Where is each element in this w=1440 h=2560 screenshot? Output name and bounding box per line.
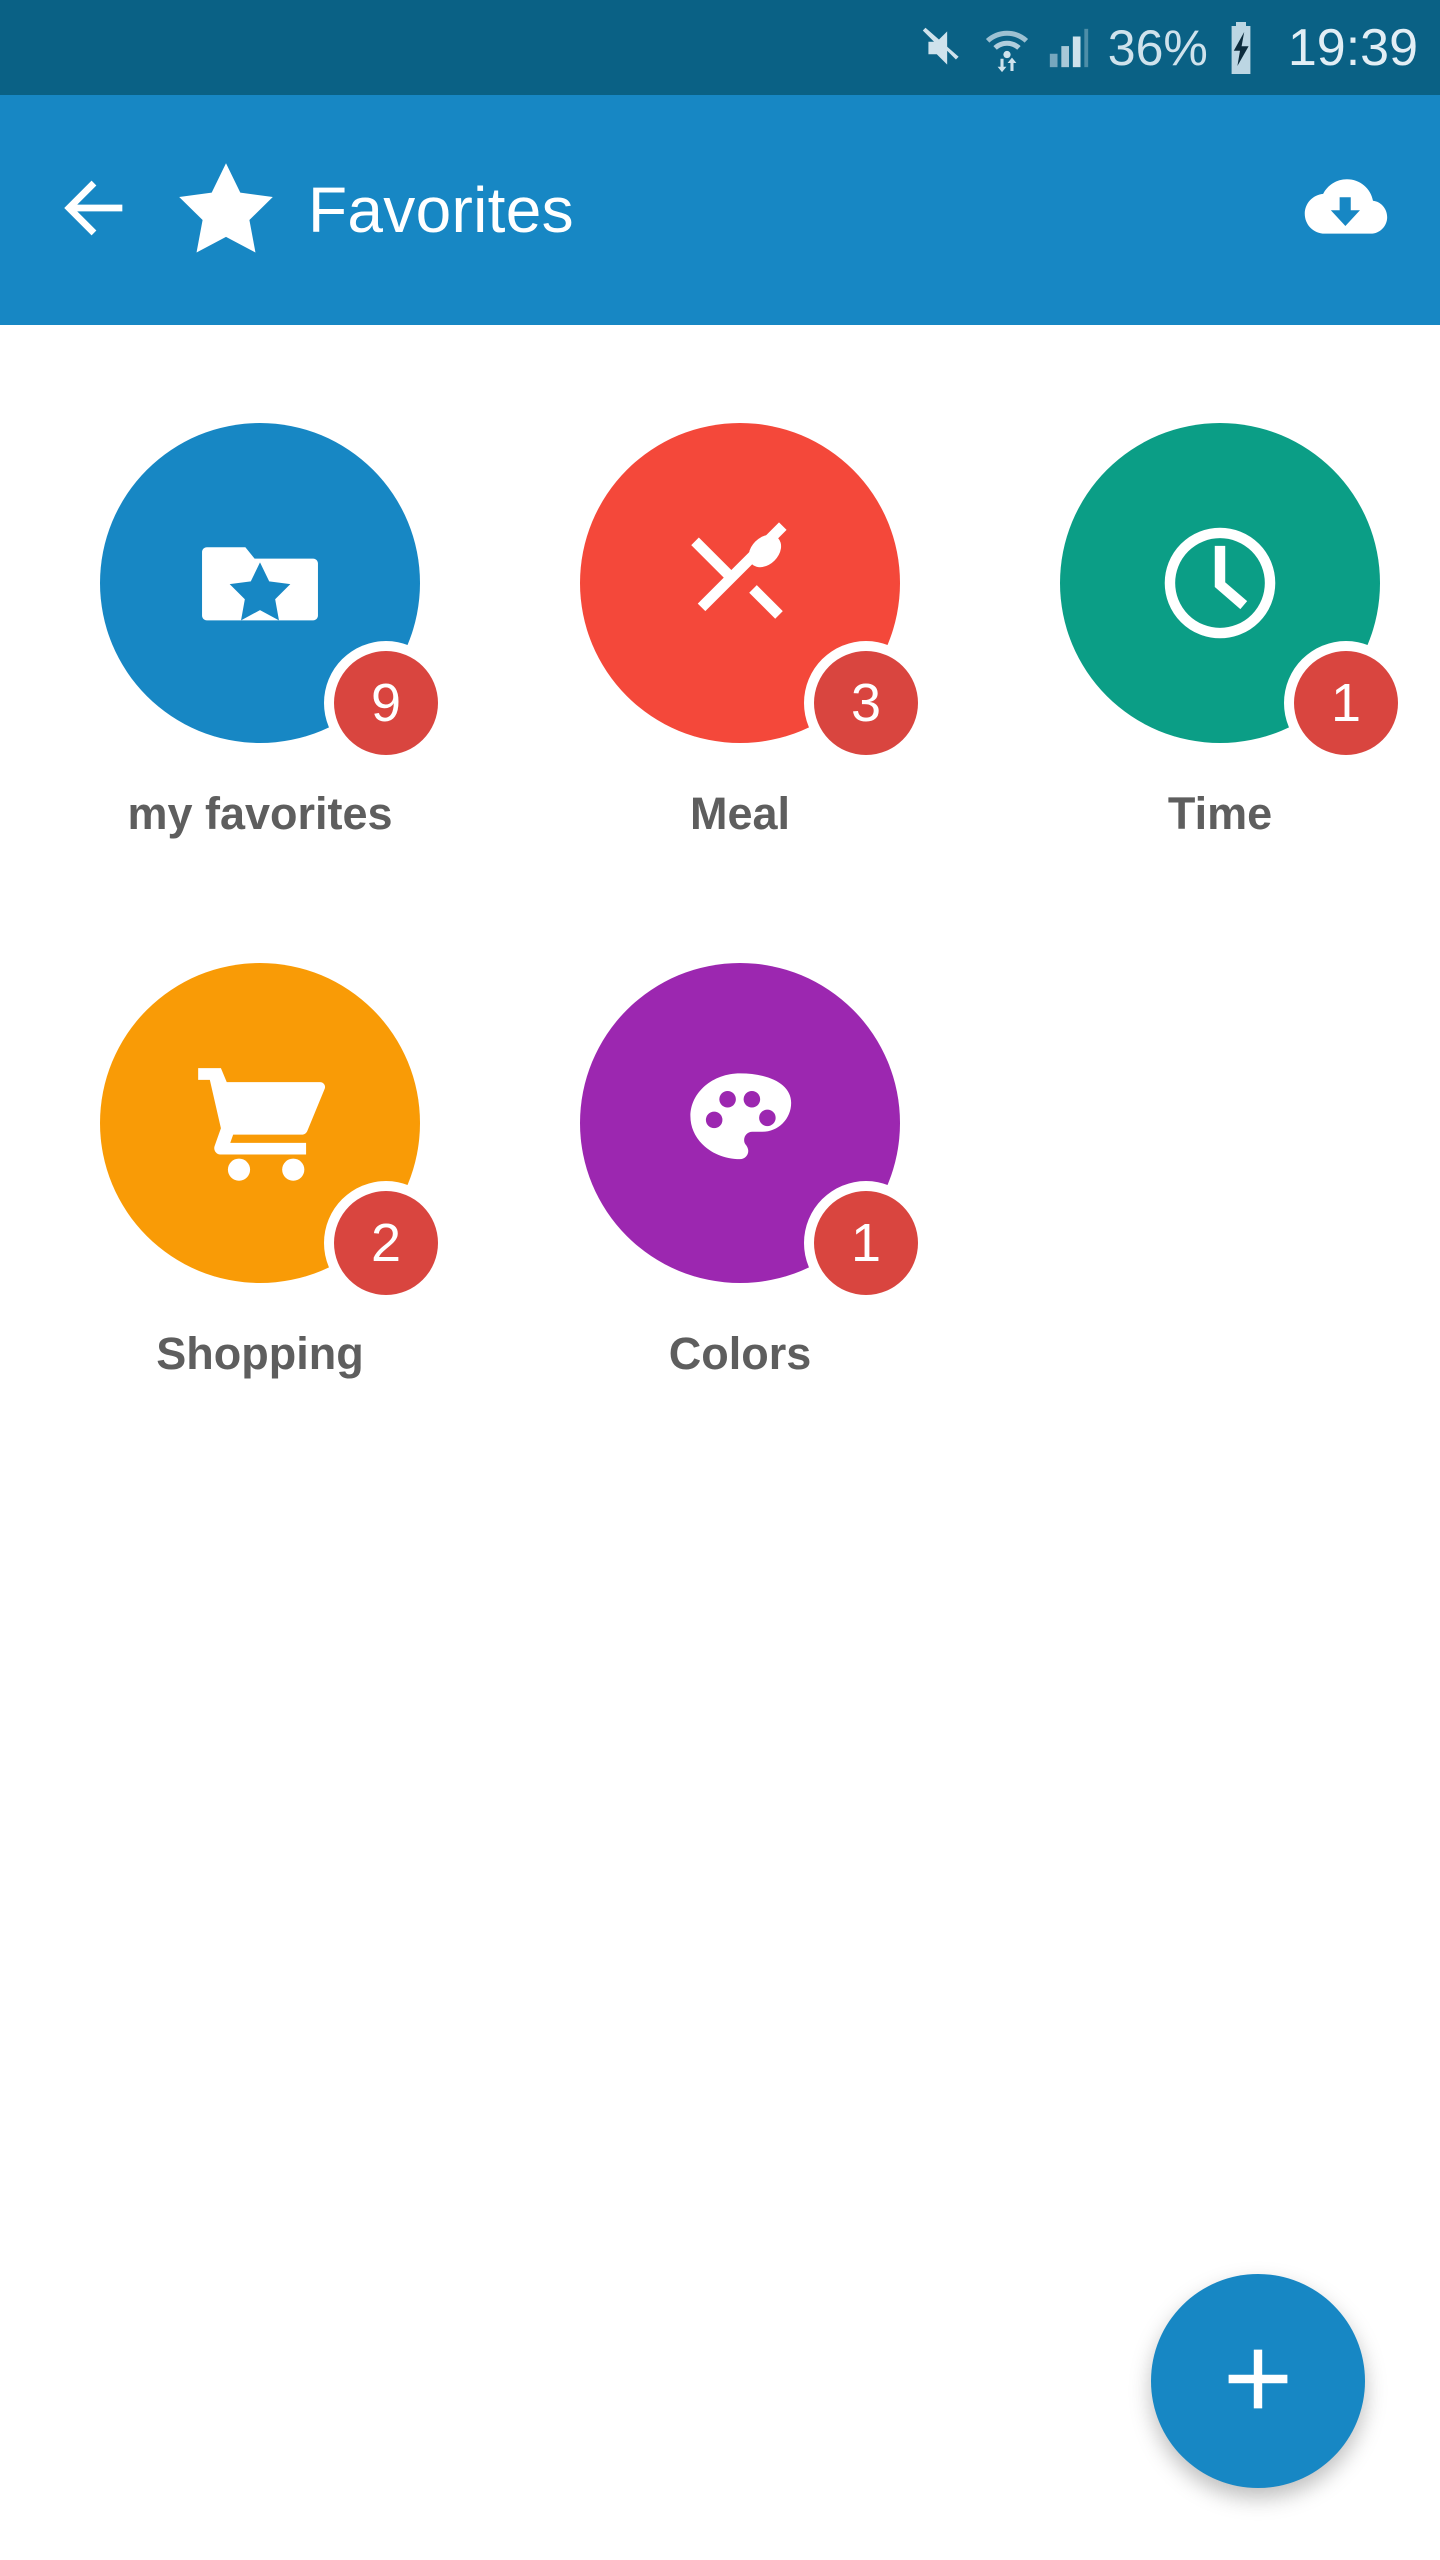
battery-percent-label: 36% xyxy=(1107,19,1208,76)
badge-count: 3 xyxy=(814,651,918,755)
content-area: 9 my favorites 3 Meal 1 Time 2 Shopping … xyxy=(0,325,1440,2560)
plus-icon xyxy=(1216,2337,1300,2426)
cloud-download-button[interactable] xyxy=(1290,155,1400,265)
badge-ring: 3 xyxy=(804,641,928,765)
tile-circle-wrap: 2 xyxy=(100,963,448,1305)
tile-circle-wrap: 1 xyxy=(580,963,928,1305)
grid-item-time[interactable]: 1 Time xyxy=(1000,423,1440,963)
tile-label: Colors xyxy=(668,1328,812,1379)
grid-item-colors[interactable]: 1 Colors xyxy=(520,963,960,1503)
status-icon-group: 36% 19:39 xyxy=(918,18,1418,77)
badge-count: 9 xyxy=(334,651,438,755)
grid-item-my-favorites[interactable]: 9 my favorites xyxy=(40,423,480,963)
tile-label: my favorites xyxy=(127,788,393,839)
tile-circle-wrap: 1 xyxy=(1060,423,1408,765)
badge-count: 1 xyxy=(1294,651,1398,755)
tile-label: Shopping xyxy=(156,1328,364,1379)
category-grid: 9 my favorites 3 Meal 1 Time 2 Shopping … xyxy=(0,423,1440,1503)
app-bar: Favorites xyxy=(0,95,1440,325)
battery-charging-icon xyxy=(1224,21,1258,74)
status-clock: 19:39 xyxy=(1287,18,1418,77)
cellular-signal-icon xyxy=(1046,23,1092,73)
mute-icon xyxy=(918,23,968,73)
badge-ring: 2 xyxy=(324,1181,448,1305)
tile-label: Meal xyxy=(689,788,791,839)
wifi-transfer-icon xyxy=(984,23,1030,73)
badge-ring: 1 xyxy=(1284,641,1408,765)
back-button[interactable] xyxy=(50,165,140,255)
tile-label: Time xyxy=(1167,788,1273,839)
cloud-download-icon xyxy=(1299,162,1391,259)
page-title: Favorites xyxy=(308,174,574,246)
add-button[interactable] xyxy=(1151,2274,1365,2488)
badge-ring: 9 xyxy=(324,641,448,765)
badge-count: 1 xyxy=(814,1191,918,1295)
grid-item-shopping[interactable]: 2 Shopping xyxy=(40,963,480,1503)
arrow-left-icon xyxy=(54,167,136,254)
tile-circle-wrap: 9 xyxy=(100,423,448,765)
status-bar: 36% 19:39 xyxy=(0,0,1440,95)
tile-circle-wrap: 3 xyxy=(580,423,928,765)
badge-count: 2 xyxy=(334,1191,438,1295)
grid-item-meal[interactable]: 3 Meal xyxy=(520,423,960,963)
star-icon xyxy=(174,158,278,262)
badge-ring: 1 xyxy=(804,1181,928,1305)
